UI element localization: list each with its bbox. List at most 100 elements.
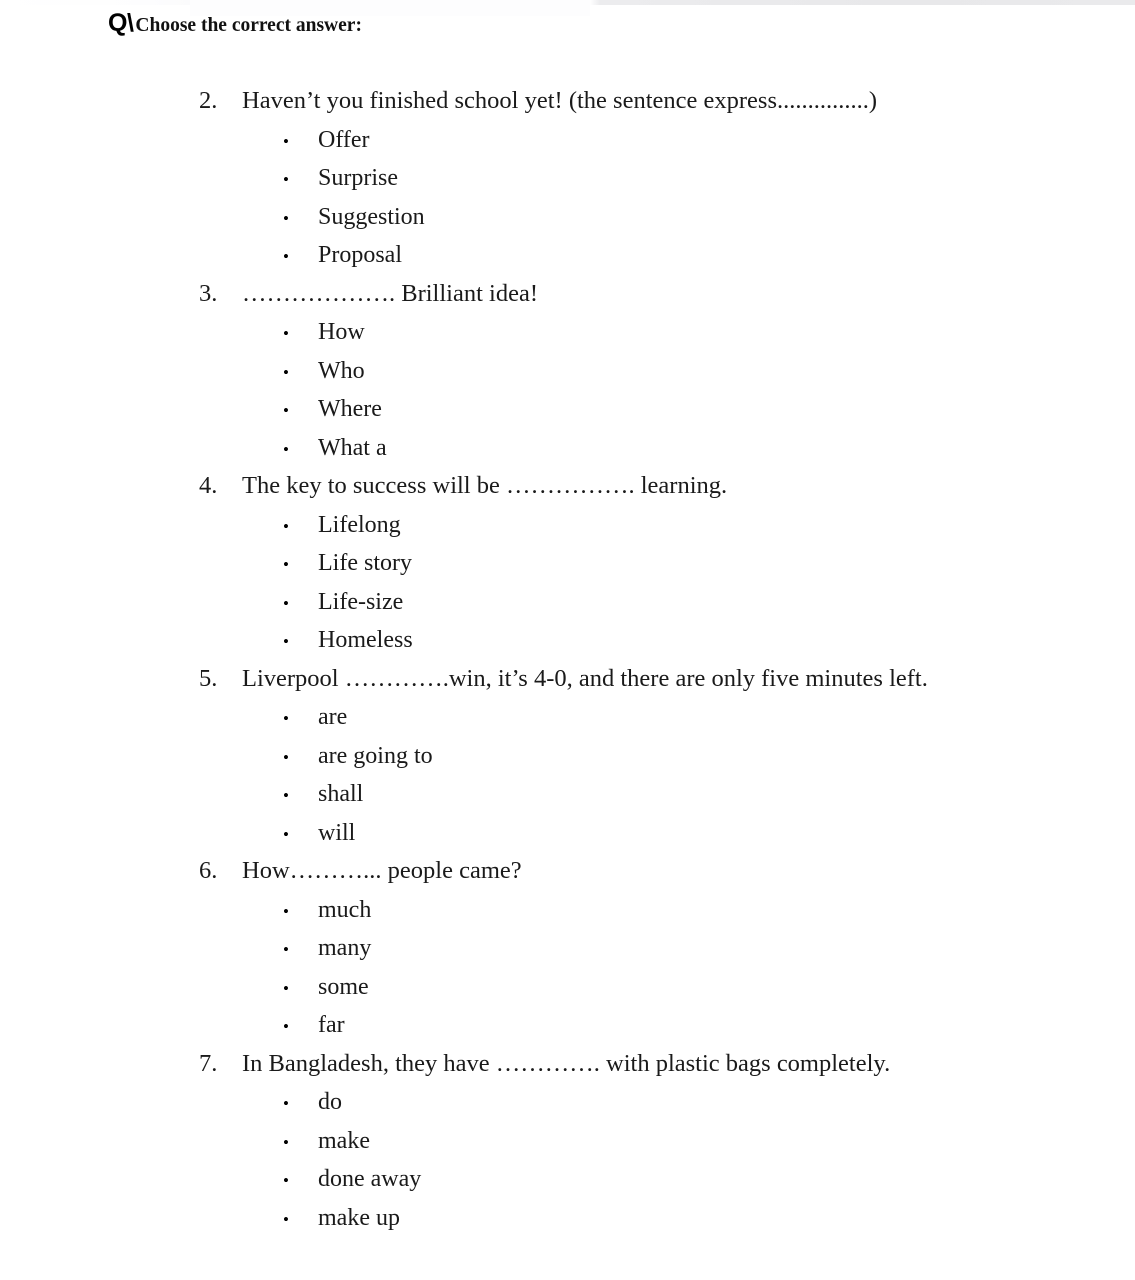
bullet-icon: •: [283, 1171, 289, 1190]
bullet-icon: •: [283, 170, 289, 189]
answer-choice-label: some: [318, 973, 369, 1000]
answer-choice-label: Life-size: [318, 588, 404, 615]
answer-choice-option[interactable]: • Surprise: [0, 159, 1135, 198]
question-number: 7.: [199, 1049, 218, 1077]
answer-choice-label: Proposal: [318, 242, 402, 268]
bullet-icon: •: [283, 247, 289, 266]
answer-choice-option[interactable]: • Homeless: [0, 621, 1135, 660]
question-number: 6.: [199, 857, 218, 884]
question-block: 6. How………... people came? • much • many • some •…: [0, 852, 1135, 1045]
heading-instruction: Choose the correct answer:: [135, 15, 362, 36]
answer-choice-label: Homeless: [318, 627, 413, 653]
answer-choice-label: are going to: [318, 742, 433, 769]
answer-choice-option[interactable]: • much: [0, 891, 1135, 930]
bullet-icon: •: [283, 940, 289, 959]
bullet-icon: •: [283, 401, 289, 420]
question-list: 2. Haven’t you finished school yet! (the …: [0, 82, 1135, 1237]
answer-choice-label: many: [318, 935, 372, 961]
answer-choice-option[interactable]: • How: [0, 313, 1135, 352]
question-text: How………... people came?: [242, 857, 522, 884]
answer-choice-label: Lifelong: [318, 511, 401, 538]
answer-choice-option[interactable]: • make: [0, 1122, 1135, 1161]
bullet-icon: •: [283, 208, 289, 228]
answer-choice-option[interactable]: • Life-size: [0, 583, 1135, 622]
bullet-icon: •: [283, 1017, 289, 1036]
answer-choice-option[interactable]: • far: [0, 1006, 1135, 1045]
bullet-icon: •: [283, 1209, 289, 1229]
answer-choice-option[interactable]: • Suggestion: [0, 198, 1135, 237]
question-marker: Q\: [108, 9, 134, 37]
question-text: The key to success will be ……………. learni…: [242, 472, 728, 499]
answer-choice-label: done away: [318, 1166, 422, 1192]
question-row: 7. In Bangladesh, they have …………. with pl…: [0, 1045, 1135, 1084]
answer-choice-option[interactable]: • shall: [0, 775, 1135, 814]
bullet-icon: •: [283, 1132, 289, 1152]
answer-choice-option[interactable]: • Life story: [0, 544, 1135, 583]
answer-choice-label: Suggestion: [318, 203, 425, 230]
question-text: Haven’t you finished school yet! (the se…: [242, 87, 878, 114]
question-block: 4. The key to success will be ……………. lear…: [0, 467, 1135, 660]
answer-choice-option[interactable]: • Offer: [0, 121, 1135, 160]
bullet-icon: •: [283, 555, 289, 574]
bullet-icon: •: [283, 709, 289, 728]
bullet-icon: •: [283, 824, 289, 844]
question-text: ………………. Brilliant idea!: [242, 279, 538, 307]
question-row: 3. ………………. Brilliant idea!: [0, 275, 1135, 314]
answer-choice-label: make up: [318, 1204, 400, 1231]
answer-choice-label: much: [318, 896, 372, 923]
answer-choice-label: Where: [318, 396, 382, 422]
bullet-icon: •: [283, 593, 289, 613]
answer-choice-label: shall: [318, 781, 364, 807]
answer-choice-option[interactable]: • Lifelong: [0, 506, 1135, 545]
question-row: 4. The key to success will be ……………. lear…: [0, 467, 1135, 506]
question-number: 4.: [199, 472, 218, 499]
question-number: 2.: [199, 87, 218, 114]
bullet-icon: •: [283, 131, 289, 151]
question-block: 2. Haven’t you finished school yet! (the …: [0, 82, 1135, 275]
answer-choice-label: will: [318, 819, 356, 846]
bullet-icon: •: [283, 632, 289, 651]
question-block: 7. In Bangladesh, they have …………. with pl…: [0, 1045, 1135, 1238]
bullet-icon: •: [283, 516, 289, 536]
question-number: 5.: [199, 664, 218, 692]
answer-choice-option[interactable]: • done away: [0, 1160, 1135, 1199]
answer-choice-option[interactable]: • are going to: [0, 737, 1135, 776]
answer-choice-label: make: [318, 1127, 370, 1154]
bullet-icon: •: [283, 362, 289, 382]
answer-choice-option[interactable]: • Where: [0, 390, 1135, 429]
bullet-icon: •: [283, 786, 289, 805]
answer-choice-label: What a: [318, 434, 387, 461]
answer-choice-label: Life story: [318, 550, 412, 576]
answer-choice-option[interactable]: • do: [0, 1083, 1135, 1122]
answer-choice-option[interactable]: • make up: [0, 1199, 1135, 1238]
answer-choice-label: are: [318, 704, 348, 730]
bullet-icon: •: [283, 901, 289, 921]
question-block: 5. Liverpool ………….win, it’s 4-0, and ther…: [0, 660, 1135, 853]
answer-choice-label: Offer: [318, 126, 370, 153]
answer-choice-option[interactable]: • Proposal: [0, 236, 1135, 275]
question-row: 5. Liverpool ………….win, it’s 4-0, and ther…: [0, 660, 1135, 699]
question-row: 2. Haven’t you finished school yet! (the …: [0, 82, 1135, 121]
answer-choice-option[interactable]: • some: [0, 968, 1135, 1007]
question-row: 6. How………... people came?: [0, 852, 1135, 891]
bullet-icon: •: [283, 324, 289, 343]
answer-choice-label: How: [318, 319, 365, 345]
answer-choice-label: do: [318, 1089, 342, 1115]
answer-choice-option[interactable]: • Who: [0, 352, 1135, 391]
question-block: 3.………………. Brilliant idea! • How • Who • Where •…: [0, 275, 1135, 468]
question-number: 3.: [199, 279, 218, 307]
answer-choice-label: far: [318, 1012, 345, 1038]
answer-choice-label: Who: [318, 357, 365, 384]
answer-choice-option[interactable]: • many: [0, 929, 1135, 968]
bullet-icon: •: [283, 747, 289, 767]
question-text: Liverpool ………….win, it’s 4-0, and there …: [242, 664, 928, 692]
question-text: In Bangladesh, they have …………. with plas…: [242, 1049, 891, 1077]
answer-choice-option[interactable]: • will: [0, 814, 1135, 853]
answer-choice-option[interactable]: • are: [0, 698, 1135, 737]
bullet-icon: •: [283, 1094, 289, 1113]
answer-choice-option[interactable]: • What a: [0, 429, 1135, 468]
bullet-icon: •: [283, 978, 289, 998]
bullet-icon: •: [283, 439, 289, 459]
page-title: Q\ Choose the correct answer:: [108, 11, 362, 36]
answer-choice-label: Surprise: [318, 165, 398, 191]
